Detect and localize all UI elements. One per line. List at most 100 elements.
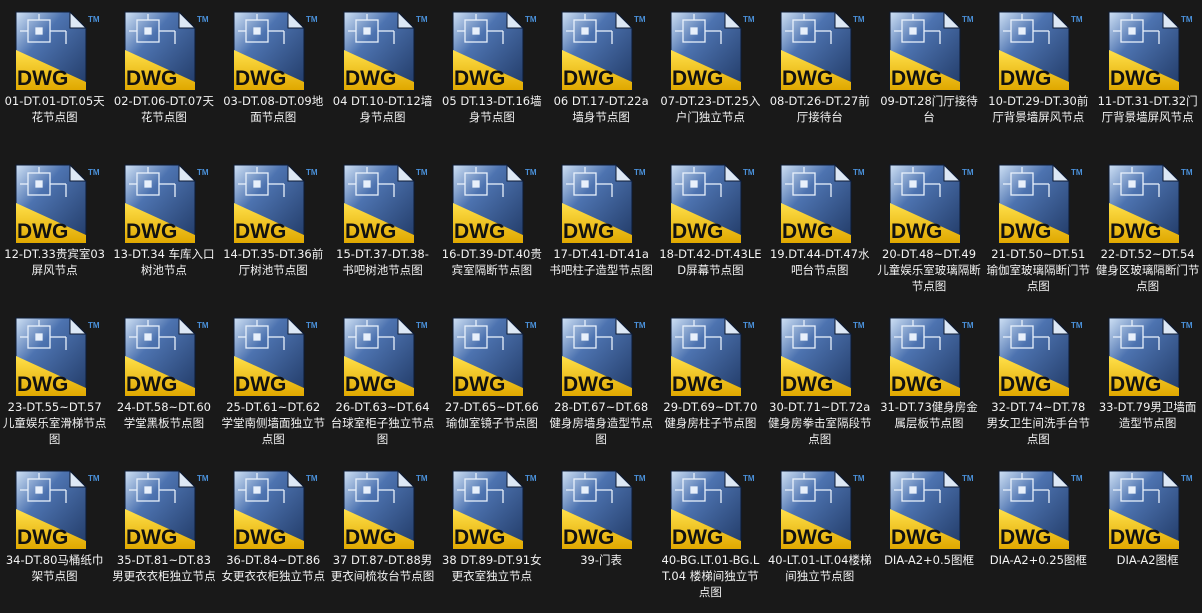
tm-mark: TM [962, 321, 974, 330]
file-name: 25-DT.61~DT.62学堂南侧墙面独立节点图 [221, 400, 325, 446]
file-item[interactable]: TM DWG 28-DT.67~DT.68健身房墙身造型节点图 [546, 306, 655, 459]
file-name: 11-DT.31-DT.32门厅背景墙屏风节点 [1097, 94, 1198, 124]
dwg-badge-text: DWG [126, 526, 177, 549]
file-name: DIA-A2+0.25图框 [989, 553, 1087, 567]
dwg-badge-text: DWG [891, 67, 942, 90]
file-item[interactable]: TM DWG 23-DT.55~DT.57儿童娱乐室滑梯节点图 [0, 306, 109, 459]
file-item[interactable]: TM DWG 04 DT.10-DT.12墙身节点图 [328, 0, 437, 153]
file-item[interactable]: TM DWG 19.DT.44-DT.47水吧台节点图 [765, 153, 874, 306]
dwg-badge-text: DWG [235, 373, 286, 396]
file-name: 10-DT.29-DT.30前厅背景墙屏风节点 [988, 94, 1089, 124]
file-item[interactable]: TM DWG 33-DT.79男卫墙面造型节点图 [1093, 306, 1202, 459]
file-name: 26-DT.63~DT.64台球室柜子独立节点图 [330, 400, 435, 446]
tm-mark: TM [743, 321, 755, 330]
dwg-badge-text: DWG [782, 67, 833, 90]
file-item[interactable]: TM DWG 03-DT.08-DT.09地面节点图 [219, 0, 328, 153]
tm-mark: TM [1071, 321, 1083, 330]
file-item[interactable]: TM DWG 01-DT.01-DT.05天花节点图 [0, 0, 109, 153]
dwg-badge-text: DWG [1000, 67, 1051, 90]
file-item[interactable]: TM DWG 15-DT.37-DT.38-书吧树池节点图 [328, 153, 437, 306]
file-name: 22-DT.52~DT.54健身区玻璃隔断门节点图 [1095, 247, 1200, 293]
file-item[interactable]: TM DWG DIA-A2+0.5图框 [874, 459, 983, 613]
dwg-badge-text: DWG [672, 67, 723, 90]
file-item[interactable]: TM DWG 10-DT.29-DT.30前厅背景墙屏风节点 [984, 0, 1093, 153]
file-item[interactable]: TM DWG 11-DT.31-DT.32门厅背景墙屏风节点 [1093, 0, 1202, 153]
file-item[interactable]: TM DWG DIA-A2图框 [1093, 459, 1202, 613]
file-item[interactable]: TM DWG 17-DT.41-DT.41a 书吧柱子造型节点图 [546, 153, 655, 306]
file-item[interactable]: TM DWG 25-DT.61~DT.62学堂南侧墙面独立节点图 [219, 306, 328, 459]
dwg-file-icon: TM DWG [447, 163, 537, 245]
dwg-file-icon: TM DWG [228, 163, 318, 245]
tm-mark: TM [962, 15, 974, 24]
file-item[interactable]: TM DWG 18-DT.42-DT.43LED屏幕节点图 [656, 153, 765, 306]
file-name: 02-DT.06-DT.07天花节点图 [113, 94, 214, 124]
dwg-file-icon: TM DWG [228, 316, 318, 398]
file-item[interactable]: TM DWG 14-DT.35-DT.36前厅树池节点图 [219, 153, 328, 306]
file-item[interactable]: TM DWG 40-LT.01-LT.04楼梯间独立节点图 [765, 459, 874, 613]
file-name: 29-DT.69~DT.70健身房柱子节点图 [663, 400, 758, 430]
dwg-file-icon: TM DWG [556, 10, 646, 92]
tm-mark: TM [197, 15, 209, 24]
tm-mark: TM [525, 474, 537, 483]
tm-mark: TM [743, 168, 755, 177]
file-name: 34-DT.80马桶纸巾架节点图 [5, 553, 104, 583]
file-item[interactable]: TM DWG 34-DT.80马桶纸巾架节点图 [0, 459, 109, 613]
dwg-badge-text: DWG [454, 67, 505, 90]
file-item[interactable]: TM DWG 06 DT.17-DT.22a墙身节点图 [546, 0, 655, 153]
dwg-file-icon: TM DWG [775, 469, 865, 551]
file-item[interactable]: TM DWG 12-DT.33贵宾室03屏风节点 [0, 153, 109, 306]
dwg-file-icon: TM DWG [775, 163, 865, 245]
dwg-badge-text: DWG [563, 67, 614, 90]
file-item[interactable]: TM DWG 02-DT.06-DT.07天花节点图 [109, 0, 218, 153]
file-item[interactable]: TM DWG 26-DT.63~DT.64台球室柜子独立节点图 [328, 306, 437, 459]
dwg-badge-text: DWG [563, 220, 614, 243]
dwg-badge-text: DWG [672, 526, 723, 549]
file-item[interactable]: TM DWG 29-DT.69~DT.70健身房柱子节点图 [656, 306, 765, 459]
file-item[interactable]: TM DWG 32-DT.74~DT.78男女卫生间洗手台节点图 [984, 306, 1093, 459]
dwg-badge-text: DWG [1110, 67, 1161, 90]
file-item[interactable]: TM DWG 16-DT.39-DT.40贵宾室隔断节点图 [437, 153, 546, 306]
file-item[interactable]: TM DWG 13-DT.34 车库入口树池节点 [109, 153, 218, 306]
dwg-badge-text: DWG [454, 373, 505, 396]
file-item[interactable]: TM DWG 40-BG.LT.01-BG.LT.04 楼梯间独立节点图 [656, 459, 765, 613]
dwg-badge-text: DWG [235, 67, 286, 90]
file-item[interactable]: TM DWG 38 DT.89-DT.91女更衣室独立节点 [437, 459, 546, 613]
dwg-file-icon: TM DWG [338, 316, 428, 398]
file-item[interactable]: TM DWG 22-DT.52~DT.54健身区玻璃隔断门节点图 [1093, 153, 1202, 306]
dwg-file-icon: TM DWG [1103, 10, 1193, 92]
tm-mark: TM [306, 321, 318, 330]
file-item[interactable]: TM DWG 27-DT.65~DT.66瑜伽室镜子节点图 [437, 306, 546, 459]
dwg-file-icon: TM DWG [665, 316, 755, 398]
tm-mark: TM [197, 321, 209, 330]
file-item[interactable]: TM DWG 20-DT.48~DT.49儿童娱乐室玻璃隔断节点图 [874, 153, 983, 306]
file-name: 23-DT.55~DT.57儿童娱乐室滑梯节点图 [2, 400, 107, 446]
file-item[interactable]: TM DWG 07-DT.23-DT.25入户门独立节点 [656, 0, 765, 153]
dwg-badge-text: DWG [17, 67, 68, 90]
tm-mark: TM [853, 15, 865, 24]
file-item[interactable]: TM DWG 37 DT.87-DT.88男更衣间梳妆台节点图 [328, 459, 437, 613]
file-name: 40-BG.LT.01-BG.LT.04 楼梯间独立节点图 [661, 553, 760, 599]
file-item[interactable]: TM DWG 36-DT.84~DT.86女更衣衣柜独立节点 [219, 459, 328, 613]
tm-mark: TM [853, 321, 865, 330]
dwg-file-icon: TM DWG [119, 469, 209, 551]
file-item[interactable]: TM DWG 31-DT.73健身房金属层板节点图 [874, 306, 983, 459]
file-item[interactable]: TM DWG 08-DT.26-DT.27前厅接待台 [765, 0, 874, 153]
tm-mark: TM [743, 15, 755, 24]
file-item[interactable]: TM DWG 05 DT.13-DT.16墙身节点图 [437, 0, 546, 153]
dwg-badge-text: DWG [454, 220, 505, 243]
file-name: 27-DT.65~DT.66瑜伽室镜子节点图 [444, 400, 539, 430]
tm-mark: TM [962, 474, 974, 483]
file-item[interactable]: TM DWG 24-DT.58~DT.60学堂黑板节点图 [109, 306, 218, 459]
dwg-badge-text: DWG [782, 373, 833, 396]
file-item[interactable]: TM DWG 30-DT.71~DT.72a健身房拳击室隔段节点图 [765, 306, 874, 459]
file-item[interactable]: TM DWG 09-DT.28门厅接待台 [874, 0, 983, 153]
file-item[interactable]: TM DWG DIA-A2+0.25图框 [984, 459, 1093, 613]
file-item[interactable]: TM DWG 21-DT.50~DT.51瑜伽室玻璃隔断门节点图 [984, 153, 1093, 306]
dwg-badge-text: DWG [235, 220, 286, 243]
dwg-badge-text: DWG [1110, 220, 1161, 243]
file-item[interactable]: TM DWG 35-DT.81~DT.83男更衣衣柜独立节点 [109, 459, 218, 613]
file-name: 33-DT.79男卫墙面造型节点图 [1098, 400, 1197, 430]
dwg-badge-text: DWG [454, 526, 505, 549]
dwg-file-icon: TM DWG [10, 163, 100, 245]
file-item[interactable]: TM DWG 39-门表 [546, 459, 655, 613]
